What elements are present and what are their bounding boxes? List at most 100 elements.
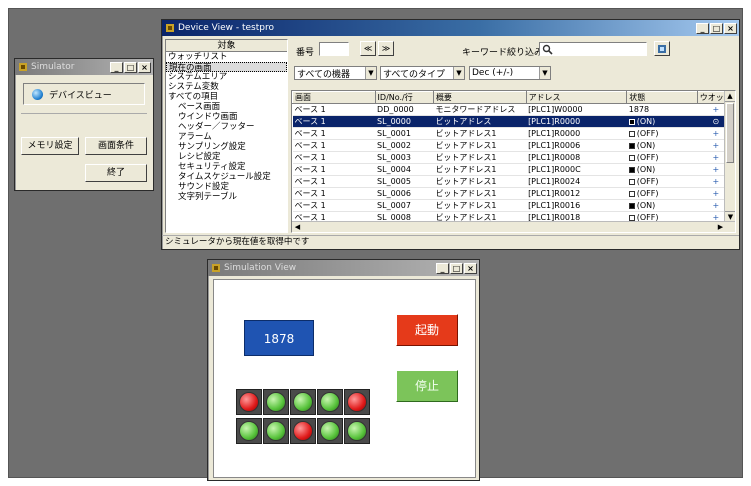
simulator-window: Simulator _ □ × デバイスビュー メモリ設定 画面条件 終了 — [14, 58, 154, 191]
table-row[interactable]: ベース 1 SL_0006 ビットアドレス1 [PLC1]R0012 (OFF) + — [292, 187, 735, 200]
lamp-green-icon[interactable] — [266, 421, 286, 441]
simulation-view-titlebar[interactable]: Simulation View _ □ × — [208, 260, 479, 276]
cell-address: [PLC1]R0024 — [526, 175, 627, 188]
close-button[interactable]: × — [464, 262, 477, 274]
table-row[interactable]: ベース 1 SL_0004 ビットアドレス1 [PLC1]R000C (ON) + — [292, 163, 735, 176]
type-filter-value: すべてのタイプ — [383, 69, 446, 80]
next-button[interactable]: ≫ — [378, 41, 394, 56]
numeric-display: 1878 — [244, 320, 314, 356]
cell-screen: ベース 1 — [292, 199, 376, 212]
minimize-button[interactable]: _ — [436, 262, 449, 274]
number-input[interactable] — [319, 42, 349, 56]
simulator-titlebar[interactable]: Simulator _ □ × — [15, 59, 153, 75]
tree-item[interactable]: システム変数 — [166, 82, 287, 92]
lamp-panel — [236, 389, 372, 447]
cell-state: (OFF) — [626, 175, 698, 188]
state-checkbox-icon — [628, 190, 635, 197]
format-select[interactable]: Dec (+/-) ▼ — [469, 66, 551, 80]
tree-item[interactable]: サンプリング設定 — [166, 142, 287, 152]
stop-button[interactable]: 停止 — [396, 370, 458, 402]
state-checkbox-icon — [628, 142, 635, 149]
type-filter-select[interactable]: すべてのタイプ ▼ — [380, 66, 465, 80]
table-row[interactable]: ベース 1 SL_0000 ビットアドレス [PLC1]R0000 (ON) ⊙ — [292, 115, 735, 128]
minimize-button[interactable]: _ — [696, 22, 709, 34]
lamp-green-icon[interactable] — [239, 421, 259, 441]
table-row[interactable]: ベース 1 SL_0001 ビットアドレス1 [PLC1]R0000 (OFF) + — [292, 127, 735, 140]
column-header[interactable]: 画面 — [292, 91, 376, 104]
table-row[interactable]: ベース 1 SL_0005 ビットアドレス1 [PLC1]R0024 (OFF) + — [292, 175, 735, 188]
app-icon — [166, 24, 174, 32]
tree-item[interactable]: サウンド設定 — [166, 182, 287, 192]
chevron-down-icon: ▼ — [365, 67, 376, 79]
cell-id: SL_0000 — [375, 115, 434, 128]
tree-item[interactable]: 現在の画面 — [166, 62, 287, 73]
state-checkbox-icon — [628, 214, 635, 221]
keyword-input[interactable] — [539, 42, 647, 56]
cell-id: SL_0007 — [375, 199, 434, 212]
lamp-cell — [290, 389, 316, 415]
vertical-scrollbar[interactable]: ▲ ▼ — [724, 91, 735, 222]
column-header[interactable]: 概要 — [432, 91, 527, 104]
scroll-thumb[interactable] — [726, 103, 734, 163]
tree-item[interactable]: ウインドウ画面 — [166, 112, 287, 122]
table-row[interactable]: ベース 1 DD_0000 モニタワードアドレス [PLC1]W0000 1878 + — [292, 103, 735, 116]
tree-item[interactable]: ベース画面 — [166, 102, 287, 112]
scroll-right-icon[interactable]: ▶ — [715, 222, 726, 232]
start-button[interactable]: 起動 — [396, 314, 458, 346]
horizontal-scrollbar[interactable]: ◀ ▶ — [292, 221, 735, 232]
memory-settings-button[interactable]: メモリ設定 — [21, 137, 79, 155]
cell-state: (OFF) — [626, 187, 698, 200]
device-view-titlebar[interactable]: Device View - testpro _ □ × — [162, 20, 739, 36]
tree-item[interactable]: すべての項目 — [166, 92, 287, 102]
screen-conditions-button[interactable]: 画面条件 — [85, 137, 147, 155]
scroll-up-icon[interactable]: ▲ — [725, 91, 735, 102]
lamp-cell — [317, 389, 343, 415]
cell-summary: ビットアドレス1 — [433, 187, 527, 200]
device-filter-select[interactable]: すべての機器 ▼ — [294, 66, 377, 80]
lamp-green-icon[interactable] — [347, 421, 367, 441]
lamp-red-icon[interactable] — [293, 421, 313, 441]
close-button[interactable]: × — [138, 61, 151, 73]
cell-id: SL_0005 — [375, 175, 434, 188]
lamp-cell — [236, 389, 262, 415]
lamp-red-icon[interactable] — [347, 392, 367, 412]
lamp-green-icon[interactable] — [293, 392, 313, 412]
cell-summary: ビットアドレス — [433, 115, 527, 128]
lamp-green-icon[interactable] — [320, 421, 340, 441]
tree-item[interactable]: タイムスケジュール設定 — [166, 172, 287, 182]
table-row[interactable]: ベース 1 SL_0007 ビットアドレス1 [PLC1]R0016 (ON) + — [292, 199, 735, 212]
table-row[interactable]: ベース 1 SL_0003 ビットアドレス1 [PLC1]R0008 (OFF) + — [292, 151, 735, 164]
close-button[interactable]: × — [724, 22, 737, 34]
tree-item[interactable]: 文字列テーブル — [166, 192, 287, 202]
maximize-button[interactable]: □ — [124, 61, 137, 73]
device-view-option[interactable]: デバイスビュー — [23, 83, 145, 105]
table-row[interactable]: ベース 1 SL_0002 ビットアドレス1 [PLC1]R0006 (ON) + — [292, 139, 735, 152]
state-value: (ON) — [636, 141, 656, 150]
tree-item[interactable]: ウォッチリスト — [166, 52, 287, 62]
cell-id: SL_0002 — [375, 139, 434, 152]
maximize-button[interactable]: □ — [450, 262, 463, 274]
minimize-button[interactable]: _ — [110, 61, 123, 73]
cell-screen: ベース 1 — [292, 163, 376, 176]
lamp-green-icon[interactable] — [320, 392, 340, 412]
filter-apply-button[interactable] — [654, 41, 670, 56]
state-checkbox-icon — [628, 166, 635, 173]
state-checkbox-icon — [628, 130, 635, 137]
tree-item[interactable]: アラーム — [166, 132, 287, 142]
tree-item[interactable]: システムエリア — [166, 72, 287, 82]
device-filter-value: すべての機器 — [297, 69, 351, 80]
tree-item[interactable]: ヘッダー／フッター — [166, 122, 287, 132]
column-header[interactable]: ID/No./行 — [374, 91, 434, 104]
maximize-button[interactable]: □ — [710, 22, 723, 34]
scroll-left-icon[interactable]: ◀ — [292, 222, 303, 232]
column-header[interactable]: 状態 — [626, 91, 698, 104]
exit-button[interactable]: 終了 — [85, 164, 147, 182]
lamp-cell — [236, 418, 262, 444]
state-value: (ON) — [636, 117, 656, 126]
tree-item[interactable]: レシピ設定 — [166, 152, 287, 162]
lamp-green-icon[interactable] — [266, 392, 286, 412]
tree-item[interactable]: セキュリティ設定 — [166, 162, 287, 172]
lamp-red-icon[interactable] — [239, 392, 259, 412]
prev-button[interactable]: ≪ — [360, 41, 376, 56]
column-header[interactable]: アドレス — [525, 91, 628, 104]
